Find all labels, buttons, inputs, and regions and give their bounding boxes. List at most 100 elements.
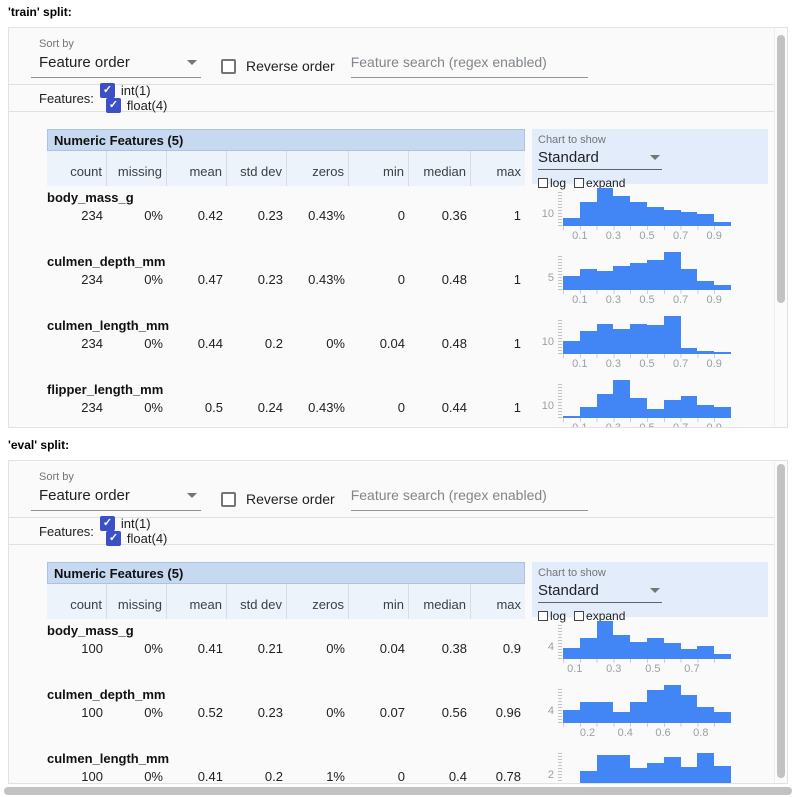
histogram-bar xyxy=(597,621,614,659)
chevron-down-icon xyxy=(650,588,660,593)
histogram-bar xyxy=(563,783,580,784)
stat-value: 0.24 xyxy=(227,400,287,415)
histogram-bar xyxy=(697,405,714,418)
stat-value: 0.44 xyxy=(167,336,227,351)
table-row: culmen_depth_mm 1000%0.520.230%0.070.560… xyxy=(47,683,525,747)
chart-type-dropdown[interactable]: Standard xyxy=(538,582,662,603)
numeric-features-table: Numeric Features (5) countmissingmeanstd… xyxy=(47,129,525,428)
histogram-bar xyxy=(664,210,681,226)
histogram-bar xyxy=(630,642,647,659)
x-axis-tick-label: 0.5 xyxy=(645,663,660,675)
stat-value: 100 xyxy=(47,641,107,656)
charts-column: Chart to show Standard log expand xyxy=(532,562,768,784)
x-axis-labels: 0.10.30.50.70.9 xyxy=(563,422,731,428)
type-filter-int1[interactable]: int(1) xyxy=(100,83,167,98)
type-filter-float4[interactable]: float(4) xyxy=(106,531,167,546)
x-axis-tick-label: 0.3 xyxy=(606,358,621,370)
histogram-bar xyxy=(630,202,647,226)
histogram-bar xyxy=(697,646,714,659)
feature-search-input[interactable] xyxy=(351,54,588,70)
x-axis-tick-label: 0.9 xyxy=(707,294,722,306)
table-row: culmen_depth_mm 2340%0.470.230.43%00.481 xyxy=(47,250,525,314)
stat-value: 0 xyxy=(349,769,409,784)
table-row: body_mass_g 2340%0.420.230.43%00.361 xyxy=(47,186,525,250)
type-filter-checkbox[interactable] xyxy=(100,83,115,98)
histogram-bar xyxy=(681,212,698,226)
sort-by-value: Feature order xyxy=(39,487,130,504)
feature-search-input[interactable] xyxy=(351,487,588,503)
column-header: min xyxy=(349,584,409,619)
y-axis-tick-label: 4 xyxy=(532,641,554,653)
feature-histogram: 10 0.10.30.50.70.9 xyxy=(532,312,768,376)
sort-by-caption: Sort by xyxy=(31,471,201,483)
reverse-order-checkbox[interactable] xyxy=(221,59,236,74)
histogram-bar xyxy=(580,202,597,226)
stat-value: 0.43% xyxy=(287,400,349,415)
histogram-bar xyxy=(597,324,614,354)
histogram-bar xyxy=(681,767,698,784)
histogram-plot xyxy=(563,316,731,354)
y-axis-ticks xyxy=(558,318,562,354)
stat-value: 234 xyxy=(47,400,107,415)
x-axis-tick-label: 0.7 xyxy=(684,663,699,675)
type-filter-float4[interactable]: float(4) xyxy=(106,98,167,113)
numeric-features-table: Numeric Features (5) countmissingmeanstd… xyxy=(47,562,525,784)
y-axis-tick-label: 10 xyxy=(532,336,554,348)
x-axis-tick-label: 0.1 xyxy=(572,230,587,242)
sort-by-dropdown[interactable]: Sort by Feature order xyxy=(31,38,201,78)
x-axis-tick-label: 0.4 xyxy=(618,727,633,739)
column-header: zeros xyxy=(287,584,349,619)
column-header: count xyxy=(47,584,107,619)
horizontal-scrollbar-thumb[interactable] xyxy=(4,787,792,795)
histogram-bar xyxy=(647,325,664,354)
histogram-bar xyxy=(714,766,731,784)
type-filters: int(1)float(4) xyxy=(94,516,167,546)
reverse-order-checkbox[interactable] xyxy=(221,492,236,507)
type-filter-checkbox[interactable] xyxy=(106,98,121,113)
histogram-bar xyxy=(630,324,647,354)
stat-value: 0% xyxy=(107,272,167,287)
x-axis-tick-label: 0.7 xyxy=(673,422,688,428)
features-label: Features: xyxy=(39,524,94,539)
stat-value: 1% xyxy=(287,769,349,784)
histogram-bar xyxy=(664,316,681,354)
histogram-bar xyxy=(563,341,580,354)
x-axis-tick-label: 0.3 xyxy=(606,230,621,242)
stat-value: 234 xyxy=(47,208,107,223)
chevron-down-icon xyxy=(187,493,197,498)
x-axis-tick-label: 0.1 xyxy=(567,663,582,675)
histogram-bar xyxy=(613,266,630,290)
feature-stats: 2340%0.50.240.43%00.441 xyxy=(47,400,525,415)
vertical-scrollbar-thumb[interactable] xyxy=(777,464,785,778)
column-header: mean xyxy=(167,151,227,186)
toolbar: Sort by Feature order Reverse order xyxy=(9,461,787,517)
type-filter-checkbox[interactable] xyxy=(106,531,121,546)
histogram-bar xyxy=(563,276,580,290)
histogram-bar xyxy=(664,757,681,784)
stat-value: 0% xyxy=(107,400,167,415)
histogram-bar xyxy=(580,771,597,784)
vertical-scrollbar-thumb[interactable] xyxy=(777,35,785,303)
histogram-bar xyxy=(613,329,630,354)
histogram-bar xyxy=(664,685,681,723)
histogram-bar xyxy=(647,638,664,659)
x-axis-tick-label: 0.5 xyxy=(639,230,654,242)
sort-by-dropdown[interactable]: Sort by Feature order xyxy=(31,471,201,511)
feature-name: culmen_depth_mm xyxy=(47,254,525,270)
type-filter-int1[interactable]: int(1) xyxy=(100,516,167,531)
histogram-bar xyxy=(630,398,647,418)
type-filter-checkbox[interactable] xyxy=(100,516,115,531)
stat-value: 0.42 xyxy=(167,208,227,223)
stat-value: 0% xyxy=(107,705,167,720)
feature-stats: 1000%0.410.21%00.40.78 xyxy=(47,769,525,784)
stat-value: 0.04 xyxy=(349,641,409,656)
stat-value: 1 xyxy=(471,272,525,287)
feature-name: culmen_length_mm xyxy=(47,318,525,334)
stat-value: 0.23 xyxy=(227,705,287,720)
histogram-plot xyxy=(563,685,731,723)
chart-type-dropdown[interactable]: Standard xyxy=(538,149,662,170)
x-axis-tick-label: 0.1 xyxy=(572,422,587,428)
stats-content: Numeric Features (5) countmissingmeanstd… xyxy=(9,112,787,428)
stat-value: 0.07 xyxy=(349,705,409,720)
chart-to-show-box: Chart to show Standard log expand xyxy=(532,562,768,617)
